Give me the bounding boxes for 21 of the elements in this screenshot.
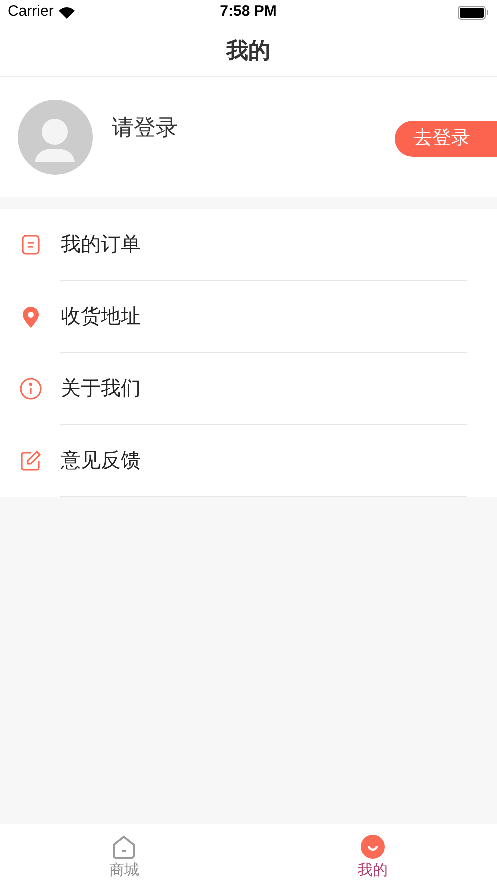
info-icon — [19, 377, 43, 401]
edit-icon — [19, 449, 43, 473]
login-prompt: 请登录 — [112, 114, 178, 142]
tab-item[interactable]: 我的 — [248, 824, 497, 883]
page-title: 我的 — [226, 37, 270, 65]
menu-item[interactable]: 我的订单 — [0, 209, 497, 281]
menu-item[interactable]: 关于我们 — [0, 353, 497, 425]
house-icon — [111, 834, 138, 860]
document-icon — [19, 233, 43, 257]
menu-label: 意见反馈 — [61, 449, 141, 474]
avatar-icon — [18, 100, 93, 174]
wifi-icon — [58, 6, 76, 20]
smile-icon — [360, 834, 386, 860]
menu-label: 关于我们 — [61, 377, 141, 402]
menu-label: 收货地址 — [61, 305, 141, 330]
menu-item[interactable]: 收货地址 — [0, 281, 497, 353]
carrier-text: Carrier — [8, 2, 54, 22]
time-text: 7:58 PM — [220, 2, 277, 22]
menu-item[interactable]: 意见反馈 — [0, 425, 497, 497]
battery-icon — [458, 6, 489, 20]
menu-label: 我的订单 — [61, 233, 141, 258]
